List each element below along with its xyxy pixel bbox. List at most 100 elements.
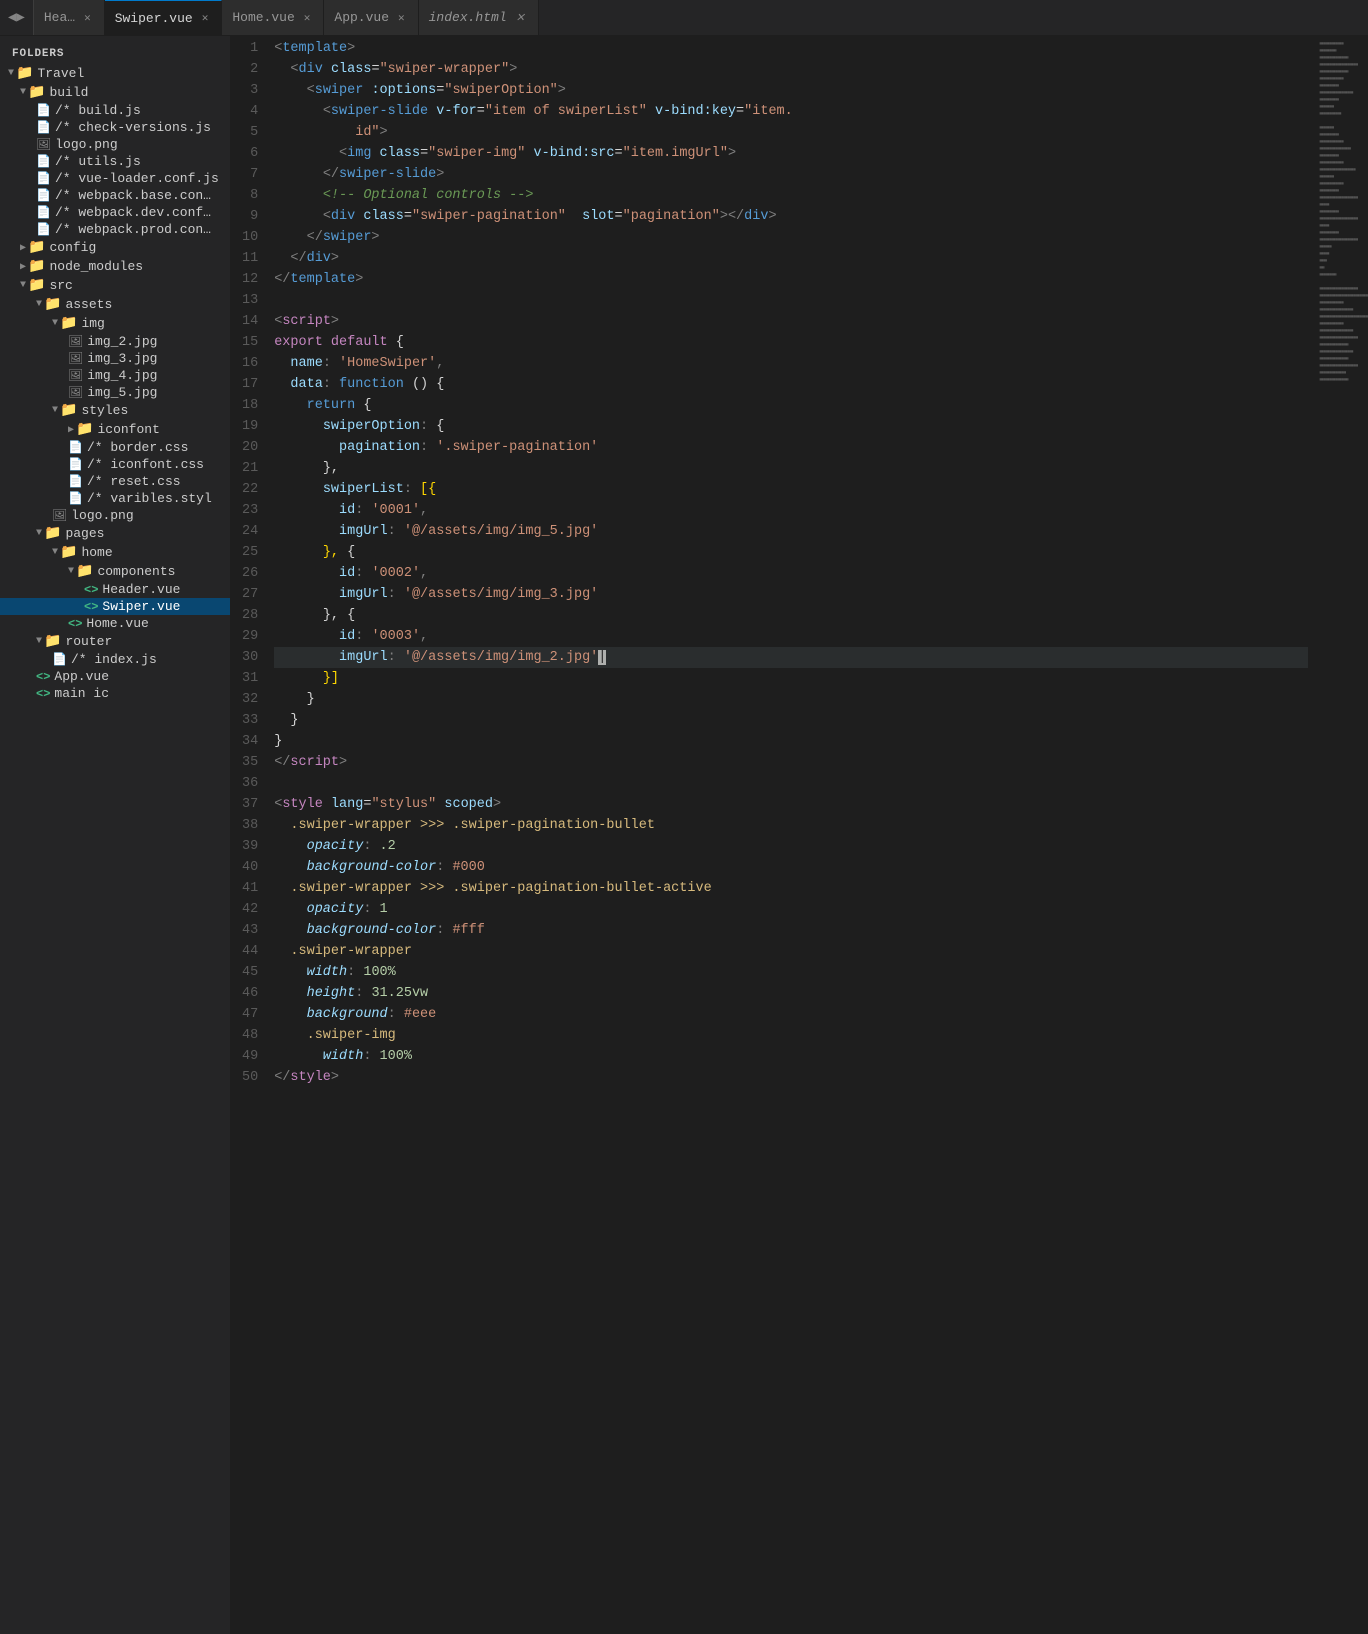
line-number: 42 bbox=[242, 899, 258, 920]
code-line: <swiper :options="swiperOption"> bbox=[274, 80, 1308, 101]
code-content[interactable]: <template> <div class="swiper-wrapper"> … bbox=[274, 36, 1308, 1634]
code-line: </template> bbox=[274, 269, 1308, 290]
sidebar-item-webpack-dev[interactable]: 📄/* webpack.dev.conf… bbox=[0, 204, 230, 221]
line-number: 48 bbox=[242, 1025, 258, 1046]
tab-app-close[interactable]: ✕ bbox=[395, 10, 408, 26]
vue-icon: <> bbox=[36, 670, 50, 684]
line-number: 19 bbox=[242, 416, 258, 437]
vue-icon: <> bbox=[36, 687, 50, 701]
line-number: 33 bbox=[242, 710, 258, 731]
line-number: 47 bbox=[242, 1004, 258, 1025]
sidebar-item-home[interactable]: ▼📁home bbox=[0, 543, 230, 562]
line-number: 1 bbox=[242, 38, 258, 59]
sidebar-item-iconfont[interactable]: ▶📁iconfont bbox=[0, 420, 230, 439]
line-number: 49 bbox=[242, 1046, 258, 1067]
tab-header-label: Hea… bbox=[44, 10, 75, 25]
code-area[interactable]: 1234567891011121314151617181920212223242… bbox=[230, 36, 1368, 1634]
file-icon: 📄 bbox=[36, 222, 51, 237]
sidebar-item-build[interactable]: ▼📁build bbox=[0, 83, 230, 102]
tab-header[interactable]: Hea… ✕ bbox=[34, 0, 105, 35]
code-line: export default { bbox=[274, 332, 1308, 353]
line-number: 30 bbox=[242, 647, 258, 668]
code-line: } bbox=[274, 689, 1308, 710]
sidebar-item-index-js[interactable]: 📄/* index.js bbox=[0, 651, 230, 668]
code-line: id"> bbox=[274, 122, 1308, 143]
sidebar-item-border-css[interactable]: 📄/* border.css bbox=[0, 439, 230, 456]
tab-header-close[interactable]: ✕ bbox=[81, 10, 94, 26]
tab-index-html-close[interactable]: ✕ bbox=[513, 10, 528, 26]
sidebar-item-router[interactable]: ▼📁router bbox=[0, 632, 230, 651]
sidebar-item-styles[interactable]: ▼📁styles bbox=[0, 401, 230, 420]
sidebar-item-img4[interactable]: 🖼img_4.jpg bbox=[0, 367, 230, 384]
line-number: 11 bbox=[242, 248, 258, 269]
chevron-icon: ▶ bbox=[20, 242, 26, 254]
tab-home[interactable]: Home.vue ✕ bbox=[222, 0, 324, 35]
chevron-icon: ▶ bbox=[68, 424, 74, 436]
line-number: 10 bbox=[242, 227, 258, 248]
file-icon: 📄 bbox=[68, 474, 83, 489]
sidebar-item-swiper-vue[interactable]: <>Swiper.vue bbox=[0, 598, 230, 615]
tree-label: pages bbox=[65, 526, 104, 541]
file-icon: 📄 bbox=[36, 120, 51, 135]
nav-back-btn[interactable]: ◀▶ bbox=[0, 0, 34, 35]
sidebar-item-iconfont-css[interactable]: 📄/* iconfont.css bbox=[0, 456, 230, 473]
sidebar-item-img2[interactable]: 🖼img_2.jpg bbox=[0, 333, 230, 350]
tab-app[interactable]: App.vue ✕ bbox=[324, 0, 418, 35]
sidebar-item-main-js[interactable]: <>main ic bbox=[0, 685, 230, 702]
img-icon: 🖼 bbox=[68, 334, 83, 349]
tab-index-html-label: index.html bbox=[429, 10, 507, 25]
tab-home-close[interactable]: ✕ bbox=[301, 10, 314, 26]
code-line: }, { bbox=[274, 605, 1308, 626]
sidebar-item-home-vue[interactable]: <>Home.vue bbox=[0, 615, 230, 632]
tab-swiper[interactable]: Swiper.vue ✕ bbox=[105, 0, 223, 35]
sidebar-item-assets[interactable]: ▼📁assets bbox=[0, 295, 230, 314]
sidebar-item-logo-src[interactable]: 🖼logo.png bbox=[0, 507, 230, 524]
code-line: width: 100% bbox=[274, 962, 1308, 983]
sidebar-item-utils-js[interactable]: 📄/* utils.js bbox=[0, 153, 230, 170]
sidebar-item-components[interactable]: ▼📁components bbox=[0, 562, 230, 581]
code-line: .swiper-wrapper bbox=[274, 941, 1308, 962]
tab-index-html[interactable]: index.html ✕ bbox=[419, 0, 539, 35]
code-line: name: 'HomeSwiper', bbox=[274, 353, 1308, 374]
line-number: 26 bbox=[242, 563, 258, 584]
code-line: <img class="swiper-img" v-bind:src="item… bbox=[274, 143, 1308, 164]
sidebar-item-img3[interactable]: 🖼img_3.jpg bbox=[0, 350, 230, 367]
sidebar-item-pages[interactable]: ▼📁pages bbox=[0, 524, 230, 543]
sidebar-item-img5[interactable]: 🖼img_5.jpg bbox=[0, 384, 230, 401]
tab-home-label: Home.vue bbox=[232, 10, 294, 25]
sidebar-item-varibles-styl[interactable]: 📄/* varibles.styl bbox=[0, 490, 230, 507]
sidebar-item-webpack-base[interactable]: 📄/* webpack.base.con… bbox=[0, 187, 230, 204]
sidebar-item-webpack-prod[interactable]: 📄/* webpack.prod.con… bbox=[0, 221, 230, 238]
tree-label: node_modules bbox=[49, 259, 143, 274]
line-number: 43 bbox=[242, 920, 258, 941]
sidebar-item-build-js[interactable]: 📄/* build.js bbox=[0, 102, 230, 119]
code-line: .swiper-wrapper >>> .swiper-pagination-b… bbox=[274, 815, 1308, 836]
tree-label: router bbox=[65, 634, 112, 649]
folder-icon: 📁 bbox=[28, 258, 45, 275]
line-number: 12 bbox=[242, 269, 258, 290]
code-line: }, { bbox=[274, 542, 1308, 563]
sidebar-item-config[interactable]: ▶📁config bbox=[0, 238, 230, 257]
code-line: background: #eee bbox=[274, 1004, 1308, 1025]
chevron-icon: ▼ bbox=[20, 87, 26, 98]
tree-label: /* iconfont.css bbox=[87, 457, 204, 472]
sidebar-item-logo-png[interactable]: 🖼logo.png bbox=[0, 136, 230, 153]
sidebar-item-reset-css[interactable]: 📄/* reset.css bbox=[0, 473, 230, 490]
tree-label: logo.png bbox=[55, 137, 117, 152]
sidebar-item-header-vue[interactable]: <>Header.vue bbox=[0, 581, 230, 598]
chevron-icon: ▼ bbox=[8, 68, 14, 79]
tab-swiper-close[interactable]: ✕ bbox=[199, 10, 212, 26]
sidebar-item-travel[interactable]: ▼📁Travel bbox=[0, 64, 230, 83]
tree-label: styles bbox=[81, 403, 128, 418]
tree-label: /* vue-loader.conf.js bbox=[55, 171, 219, 186]
sidebar-item-node_modules[interactable]: ▶📁node_modules bbox=[0, 257, 230, 276]
tree-label: Travel bbox=[37, 66, 84, 81]
line-number: 17 bbox=[242, 374, 258, 395]
sidebar-item-check-versions[interactable]: 📄/* check-versions.js bbox=[0, 119, 230, 136]
sidebar-item-img[interactable]: ▼📁img bbox=[0, 314, 230, 333]
sidebar-item-src[interactable]: ▼📁src bbox=[0, 276, 230, 295]
line-number: 35 bbox=[242, 752, 258, 773]
sidebar-item-app-vue[interactable]: <>App.vue bbox=[0, 668, 230, 685]
line-number: 14 bbox=[242, 311, 258, 332]
sidebar-item-vue-loader[interactable]: 📄/* vue-loader.conf.js bbox=[0, 170, 230, 187]
